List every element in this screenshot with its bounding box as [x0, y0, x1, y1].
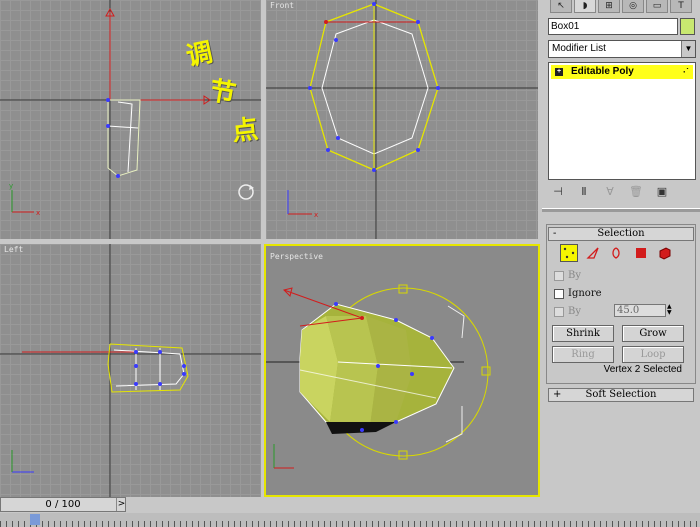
svg-text:x: x: [314, 211, 318, 219]
create-tab-icon[interactable]: ↖: [550, 0, 572, 13]
top-view-drawing: x y: [0, 0, 261, 239]
polygon-mode-icon[interactable]: [632, 244, 650, 262]
checkbox-box: [554, 270, 564, 281]
vertex-mode-icon[interactable]: [560, 244, 578, 262]
edge-mode-icon[interactable]: [584, 244, 602, 262]
checkbox-box: [554, 288, 564, 299]
next-frame-icon[interactable]: >: [116, 498, 126, 511]
by-angle-label: By: [568, 306, 581, 317]
perspective-view-drawing: [266, 284, 491, 469]
remove-modifier-icon[interactable]: 🗑: [626, 184, 646, 200]
loop-button[interactable]: Loop: [622, 346, 684, 363]
selection-status-text: Vertex 2 Selected: [603, 364, 682, 375]
soft-selection-rollout-header[interactable]: + Soft Selection: [548, 388, 694, 402]
soft-selection-title: Soft Selection: [585, 389, 657, 400]
chevron-down-icon: ▼: [681, 41, 695, 57]
display-tab-icon[interactable]: ▭: [646, 0, 668, 13]
motion-tab-icon[interactable]: ◎: [622, 0, 644, 13]
modifier-list-label: Modifier List: [552, 43, 606, 54]
element-mode-icon[interactable]: [656, 244, 674, 262]
pin-stack-icon[interactable]: ⊣: [548, 184, 568, 200]
front-view-drawing: x: [266, 0, 538, 239]
by-vertex-checkbox[interactable]: By: [554, 270, 581, 281]
make-unique-icon[interactable]: ∀: [600, 184, 620, 200]
configure-sets-icon[interactable]: ▣: [652, 184, 672, 200]
modifier-stack: + Editable Poly ·˙: [548, 62, 696, 180]
panel-separator: [542, 208, 700, 212]
hierarchy-tab-icon[interactable]: ⊞: [598, 0, 620, 13]
border-mode-icon[interactable]: [608, 244, 626, 262]
panel-tabs: ↖ ◗ ⊞ ◎ ▭ T: [542, 0, 700, 14]
annotation-char-3: 点: [230, 114, 260, 148]
object-color-swatch[interactable]: [680, 18, 695, 35]
viewport-perspective[interactable]: Perspective: [264, 244, 540, 497]
by-angle-checkbox[interactable]: By: [554, 306, 581, 317]
3dsmax-workspace: x y Front x Left Perspective 调 节 点 ↖ ◗ ⊞…: [0, 0, 700, 527]
viewport-left[interactable]: Left: [0, 244, 261, 497]
selection-rollout-header[interactable]: - Selection: [548, 227, 694, 241]
ring-button[interactable]: Ring: [552, 346, 614, 363]
viewport-top[interactable]: x y: [0, 0, 261, 239]
modify-tab-icon[interactable]: ◗: [574, 0, 596, 13]
modifier-list-dropdown[interactable]: Modifier List ▼: [548, 40, 696, 58]
stack-item-label: Editable Poly: [571, 66, 634, 77]
svg-text:y: y: [9, 182, 13, 190]
track-bar[interactable]: [0, 513, 700, 527]
angle-spinner-field[interactable]: 45.0: [614, 304, 666, 317]
selection-rollout-title: Selection: [597, 228, 645, 239]
by-vertex-label: By: [568, 270, 581, 281]
expand-plus-icon: +: [553, 389, 562, 400]
expand-plus-icon[interactable]: +: [555, 68, 563, 76]
stack-toolbar: ⊣ Ⅱ ∀ 🗑 ▣: [548, 184, 696, 200]
collapse-minus-icon: -: [553, 228, 557, 239]
shrink-button[interactable]: Shrink: [552, 325, 614, 342]
grow-button[interactable]: Grow: [622, 325, 684, 342]
subobject-level-icons: [560, 244, 674, 262]
ignore-backfacing-checkbox[interactable]: Ignore: [554, 288, 602, 299]
subobject-dots-icon: ·˙: [683, 67, 689, 77]
time-slider[interactable]: 0 / 100: [0, 497, 126, 512]
svg-text:x: x: [36, 209, 40, 217]
left-view-drawing: [0, 244, 261, 497]
object-name-field[interactable]: Box01: [548, 18, 678, 35]
command-panel: ↖ ◗ ⊞ ◎ ▭ T Box01 Modifier List ▼ + Edit…: [542, 0, 700, 527]
show-end-result-icon[interactable]: Ⅱ: [574, 184, 594, 200]
viewport-front[interactable]: Front x: [266, 0, 538, 239]
stack-item-editable-poly[interactable]: + Editable Poly ·˙: [551, 65, 693, 79]
checkbox-box: [554, 306, 564, 317]
spinner-arrows-icon[interactable]: ▲ ▼: [667, 304, 675, 317]
utilities-tab-icon[interactable]: T: [670, 0, 692, 13]
ignore-backfacing-label: Ignore: [568, 288, 602, 299]
time-slider-frame: 0 / 100: [45, 499, 81, 510]
track-bar-key-marker: [30, 514, 40, 525]
